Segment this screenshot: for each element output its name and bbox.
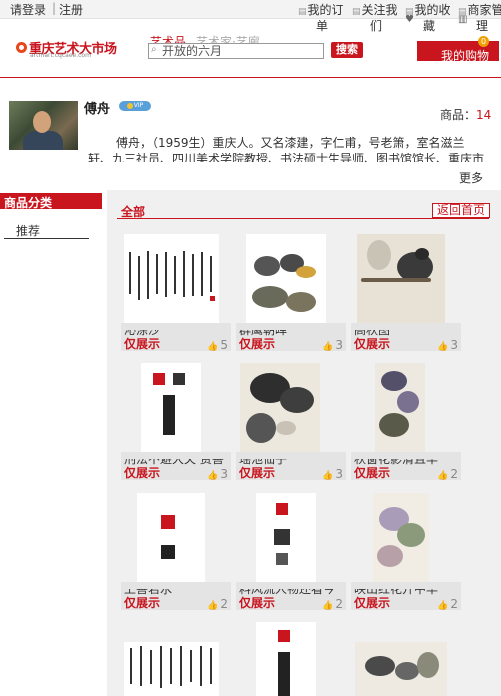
artist-bio-line1: 傅舟，（1959生）重庆人。又名漆建，字仁甫，号老箫，室名滋兰 — [116, 136, 465, 150]
my-orders-link-wrap[interactable]: 单 — [316, 17, 328, 34]
thumb-icon: 👍 — [437, 342, 449, 352]
search-input[interactable] — [162, 43, 317, 57]
status-label: 仅展示 — [239, 466, 276, 480]
thumb-icon: 👍 — [207, 342, 219, 352]
merchant-admin-link-wrap[interactable]: 理 — [476, 17, 488, 34]
product-image[interactable] — [137, 493, 205, 583]
artist-bio-line2: 轩、九三社员、四川美术学院教授、书法硕士生导师、图书馆馆长、重庆市 — [88, 153, 485, 162]
logo-url: artmart.cqcaee.com — [30, 52, 91, 59]
back-home-button[interactable]: 返回首页 — [432, 203, 490, 218]
category-title: 商品分类 — [4, 196, 53, 210]
my-orders-link[interactable]: ▤我的订 — [298, 1, 344, 18]
thumb-icon: 👍 — [437, 471, 449, 481]
status-label: 仅展示 — [354, 337, 391, 351]
cart-label: 我的购物 — [441, 49, 490, 63]
cart-count-badge: 0 — [478, 36, 489, 47]
like-count[interactable]: 👍 3 — [437, 338, 458, 352]
product-card[interactable]: 刑法不避大夫 赏善 仅展示 👍 3 — [121, 363, 231, 481]
status-label: 仅展示 — [354, 596, 391, 610]
product-image[interactable] — [124, 642, 219, 696]
sidebar-divider — [4, 238, 89, 239]
register-link[interactable]: 注册 — [59, 1, 83, 18]
my-favorites-link-wrap[interactable]: 藏 — [423, 17, 435, 34]
goods-count: 商品：14 — [440, 108, 492, 122]
product-image[interactable] — [375, 363, 425, 453]
product-image[interactable] — [355, 642, 447, 696]
product-card[interactable]: 料风流人物还看今 仅展示 👍 2 — [236, 493, 346, 611]
status-label: 仅展示 — [124, 466, 161, 480]
product-image[interactable] — [141, 363, 201, 453]
main-divider — [117, 218, 489, 219]
status-label: 仅展示 — [354, 466, 391, 480]
status-label: 仅展示 — [239, 337, 276, 351]
like-count[interactable]: 👍 2 — [207, 597, 228, 611]
product-image[interactable] — [124, 234, 219, 324]
vip-badge: VIP — [119, 101, 151, 111]
sidebar-item-recommend[interactable]: 推荐 — [16, 222, 40, 239]
product-card[interactable] — [121, 622, 231, 696]
thumb-icon: 👍 — [322, 601, 334, 611]
product-card[interactable]: 沁涤沙 仅展示 👍 5 — [121, 234, 231, 352]
like-count[interactable]: 👍 3 — [322, 467, 343, 481]
like-count[interactable]: 👍 5 — [207, 338, 228, 352]
separator: | — [52, 1, 57, 15]
gear-icon: ▥ — [458, 14, 468, 25]
order-icon: ▤ — [298, 7, 307, 17]
login-link[interactable]: 请登录 — [10, 1, 46, 18]
product-card[interactable]: 上善若水 仅展示 👍 2 — [121, 493, 231, 611]
status-label: 仅展示 — [124, 596, 161, 610]
heart-icon: ♥ — [405, 14, 414, 25]
product-image[interactable] — [373, 493, 429, 583]
product-image[interactable] — [357, 234, 445, 324]
search-box: ⌕ — [148, 43, 324, 59]
thumb-icon: 👍 — [322, 342, 334, 352]
thumb-icon: 👍 — [322, 471, 334, 481]
product-image[interactable] — [256, 493, 316, 583]
site-logo[interactable]: 重庆艺术大市场 artmart.cqcaee.com — [16, 39, 117, 61]
logo-mark-icon — [16, 42, 27, 53]
product-card[interactable]: 秋窗花影清且华 仅展示 👍 2 — [351, 363, 461, 481]
product-image[interactable] — [240, 363, 320, 453]
like-count[interactable]: 👍 3 — [207, 467, 228, 481]
follow-us-link[interactable]: ▤关注我 — [352, 1, 398, 18]
thumb-icon: 👍 — [437, 601, 449, 611]
product-card[interactable]: 瑶池仙子 仅展示 👍 3 — [236, 363, 346, 481]
artist-avatar[interactable] — [9, 101, 78, 150]
product-image[interactable] — [256, 622, 316, 696]
product-card[interactable]: 高秋图 仅展示 👍 3 — [351, 234, 461, 352]
thumb-icon: 👍 — [207, 471, 219, 481]
product-card[interactable]: 映山红花开中华 仅展示 👍 2 — [351, 493, 461, 611]
more-link[interactable]: 更多 — [459, 169, 483, 186]
product-card[interactable] — [351, 622, 461, 696]
artist-name: 傅舟 — [84, 102, 111, 117]
cart-button[interactable]: 我的购物 0 — [417, 36, 499, 63]
status-label: 仅展示 — [124, 337, 161, 351]
follow-icon: ▤ — [352, 7, 361, 17]
search-icon: ⌕ — [151, 44, 157, 55]
search-button[interactable]: 搜索 — [331, 42, 363, 58]
follow-us-link-wrap[interactable]: 们 — [370, 17, 382, 34]
category-header: 商品分类 — [0, 193, 102, 210]
thumb-icon: 👍 — [207, 601, 219, 611]
header-divider — [0, 77, 501, 78]
like-count[interactable]: 👍 3 — [322, 338, 343, 352]
like-count[interactable]: 👍 2 — [437, 467, 458, 481]
status-label: 仅展示 — [239, 596, 276, 610]
product-card[interactable]: 群鹰朝晖 仅展示 👍 3 — [236, 234, 346, 352]
like-count[interactable]: 👍 2 — [322, 597, 343, 611]
product-image[interactable] — [246, 234, 326, 324]
product-card[interactable] — [236, 622, 346, 696]
like-count[interactable]: 👍 2 — [437, 597, 458, 611]
